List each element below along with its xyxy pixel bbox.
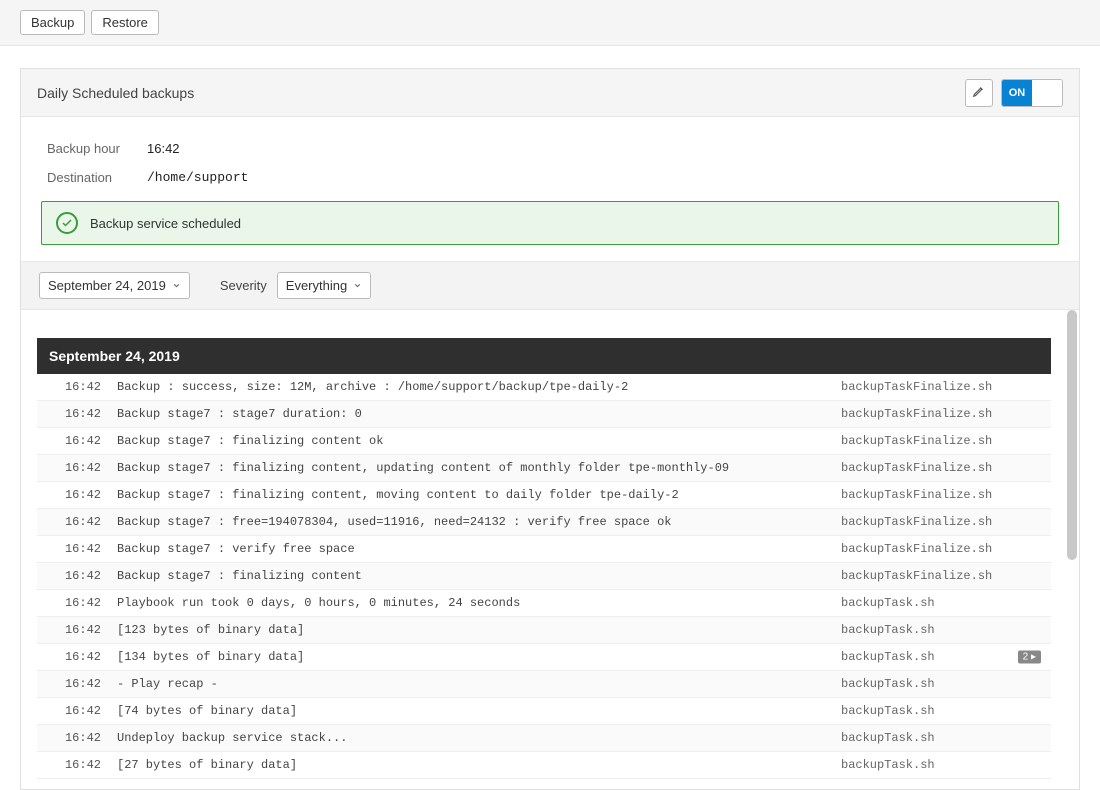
log-time: 16:42	[37, 536, 107, 563]
log-message: [134 bytes of binary data]	[107, 644, 831, 671]
log-time: 16:42	[37, 563, 107, 590]
log-date-header-text: September 24, 2019	[37, 338, 1051, 374]
log-row[interactable]: 16:42Backup stage7 : finalizing contentb…	[37, 563, 1051, 590]
log-message: Backup stage7 : stage7 duration: 0	[107, 401, 831, 428]
log-message: Backup stage7 : finalizing content, upda…	[107, 455, 831, 482]
log-table: September 24, 201916:42Backup : success,…	[37, 338, 1051, 779]
enable-toggle[interactable]: ON	[1001, 79, 1063, 107]
log-time: 16:42	[37, 482, 107, 509]
chevron-down-icon	[353, 278, 362, 293]
log-time: 16:42	[37, 671, 107, 698]
log-time: 16:42	[37, 428, 107, 455]
backup-hour-row: Backup hour 16:42	[37, 137, 1063, 166]
log-time: 16:42	[37, 644, 107, 671]
date-filter-value: September 24, 2019	[48, 278, 166, 293]
log-source: backupTaskFinalize.sh	[831, 482, 1051, 509]
log-time: 16:42	[37, 698, 107, 725]
backup-hour-label: Backup hour	[47, 141, 147, 156]
log-source: backupTask.sh	[831, 725, 1051, 752]
log-row[interactable]: 16:42[134 bytes of binary data]backupTas…	[37, 644, 1051, 671]
toggle-off-side	[1032, 80, 1062, 106]
log-row[interactable]: 16:42- Play recap -backupTask.sh	[37, 671, 1051, 698]
log-row[interactable]: 16:42Backup stage7 : verify free spaceba…	[37, 536, 1051, 563]
log-time: 16:42	[37, 752, 107, 779]
log-source: backupTaskFinalize.sh	[831, 428, 1051, 455]
log-message: - Play recap -	[107, 671, 831, 698]
edit-button[interactable]	[965, 79, 993, 107]
log-source: backupTask.sh	[831, 752, 1051, 779]
log-source: backupTask.sh2 ▸	[831, 644, 1051, 671]
restore-button[interactable]: Restore	[91, 10, 159, 35]
severity-filter-value: Everything	[286, 278, 347, 293]
log-message: Backup stage7 : finalizing content	[107, 563, 831, 590]
log-message: [74 bytes of binary data]	[107, 698, 831, 725]
scrollbar-thumb[interactable]	[1067, 310, 1077, 560]
log-row-badge[interactable]: 2 ▸	[1018, 651, 1041, 664]
log-time: 16:42	[37, 401, 107, 428]
log-source: backupTask.sh	[831, 698, 1051, 725]
log-time: 16:42	[37, 455, 107, 482]
log-row[interactable]: 16:42Backup stage7 : stage7 duration: 0b…	[37, 401, 1051, 428]
log-message: Backup stage7 : free=194078304, used=119…	[107, 509, 831, 536]
log-source: backupTaskFinalize.sh	[831, 563, 1051, 590]
check-circle-icon	[56, 212, 78, 234]
log-row[interactable]: 16:42[74 bytes of binary data]backupTask…	[37, 698, 1051, 725]
severity-filter-select[interactable]: Everything	[277, 272, 371, 299]
log-message: Backup : success, size: 12M, archive : /…	[107, 374, 831, 401]
log-row[interactable]: 16:42Backup stage7 : finalizing content …	[37, 428, 1051, 455]
destination-value: /home/support	[147, 170, 248, 185]
log-message: Backup stage7 : finalizing content ok	[107, 428, 831, 455]
log-message: [27 bytes of binary data]	[107, 752, 831, 779]
log-time: 16:42	[37, 617, 107, 644]
log-source: backupTaskFinalize.sh	[831, 455, 1051, 482]
log-time: 16:42	[37, 374, 107, 401]
success-message: Backup service scheduled	[90, 216, 241, 231]
log-message: [123 bytes of binary data]	[107, 617, 831, 644]
log-row[interactable]: 16:42[27 bytes of binary data]backupTask…	[37, 752, 1051, 779]
log-row[interactable]: 16:42Playbook run took 0 days, 0 hours, …	[37, 590, 1051, 617]
log-source: backupTaskFinalize.sh	[831, 401, 1051, 428]
top-bar: Backup Restore	[0, 0, 1100, 46]
log-source: backupTaskFinalize.sh	[831, 374, 1051, 401]
log-row[interactable]: 16:42Backup stage7 : finalizing content,…	[37, 455, 1051, 482]
log-time: 16:42	[37, 725, 107, 752]
filter-bar: September 24, 2019 Severity Everything	[21, 261, 1079, 310]
log-row[interactable]: 16:42Backup stage7 : free=194078304, use…	[37, 509, 1051, 536]
log-source: backupTask.sh	[831, 671, 1051, 698]
destination-label: Destination	[47, 170, 147, 185]
log-source: backupTask.sh	[831, 590, 1051, 617]
log-message: Backup stage7 : finalizing content, movi…	[107, 482, 831, 509]
success-alert: Backup service scheduled	[41, 201, 1059, 245]
log-time: 16:42	[37, 590, 107, 617]
daily-backups-panel: Daily Scheduled backups ON Backup hour 1…	[20, 68, 1080, 790]
log-source: backupTaskFinalize.sh	[831, 509, 1051, 536]
log-message: Playbook run took 0 days, 0 hours, 0 min…	[107, 590, 831, 617]
log-message: Backup stage7 : verify free space	[107, 536, 831, 563]
toggle-on-label: ON	[1002, 80, 1032, 106]
log-row[interactable]: 16:42[123 bytes of binary data]backupTas…	[37, 617, 1051, 644]
backup-button[interactable]: Backup	[20, 10, 85, 35]
panel-title: Daily Scheduled backups	[37, 85, 194, 101]
chevron-down-icon	[172, 278, 181, 293]
backup-hour-value: 16:42	[147, 141, 180, 156]
log-scroll-area: September 24, 201916:42Backup : success,…	[21, 310, 1079, 789]
panel-header: Daily Scheduled backups ON	[21, 69, 1079, 117]
pencil-icon	[972, 84, 986, 101]
log-row[interactable]: 16:42Backup stage7 : finalizing content,…	[37, 482, 1051, 509]
log-message: Undeploy backup service stack...	[107, 725, 831, 752]
date-filter-select[interactable]: September 24, 2019	[39, 272, 190, 299]
log-source: backupTask.sh	[831, 617, 1051, 644]
log-row[interactable]: 16:42Undeploy backup service stack...bac…	[37, 725, 1051, 752]
log-row[interactable]: 16:42Backup : success, size: 12M, archiv…	[37, 374, 1051, 401]
destination-row: Destination /home/support	[37, 166, 1063, 195]
log-time: 16:42	[37, 509, 107, 536]
log-source: backupTaskFinalize.sh	[831, 536, 1051, 563]
severity-label: Severity	[220, 278, 267, 293]
log-date-header: September 24, 2019	[37, 338, 1051, 374]
